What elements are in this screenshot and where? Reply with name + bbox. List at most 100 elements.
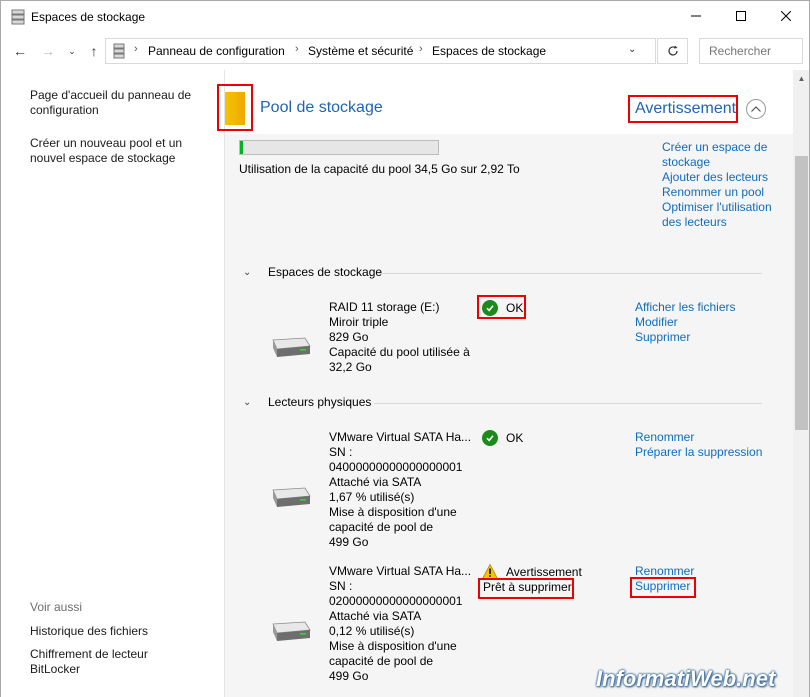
back-button[interactable]: ←	[11, 41, 29, 61]
drive-substatus: Prêt à supprimer	[483, 580, 572, 594]
search-field[interactable]	[699, 38, 803, 64]
divider	[378, 273, 762, 274]
up-arrow-icon: ↑	[90, 43, 98, 59]
optimize-drive-usage-link[interactable]: Optimiser l'utilisation des lecteurs	[662, 200, 780, 230]
window-title: Espaces de stockage	[31, 10, 146, 24]
pool-status: Avertissement	[635, 100, 737, 117]
maximize-icon	[736, 11, 746, 21]
sidebar: Page d'accueil du panneau de configurati…	[0, 70, 225, 697]
breadcrumb-storage-spaces[interactable]: Espaces de stockage	[432, 44, 546, 58]
storage-spaces-section-header[interactable]: ⌄ Espaces de stockage	[243, 265, 382, 279]
modify-link[interactable]: Modifier	[635, 315, 775, 330]
status-text: OK	[506, 431, 524, 445]
space-pool-usage: Capacité du pool utilisée à 32,2 Go	[329, 345, 470, 374]
chevron-down-icon: ⌄	[68, 45, 76, 56]
chevron-down-icon: ⌄	[243, 396, 252, 408]
vertical-scrollbar[interactable]: ▲	[793, 70, 810, 697]
close-icon	[781, 11, 791, 21]
drive-sn-label: SN :	[329, 579, 353, 593]
refresh-button[interactable]	[657, 38, 688, 64]
prepare-removal-link[interactable]: Préparer la suppression	[635, 445, 775, 460]
maximize-button[interactable]	[718, 1, 764, 31]
collapse-button[interactable]	[746, 99, 766, 119]
sidebar-link-control-panel-home[interactable]: Page d'accueil du panneau de configurati…	[30, 88, 200, 118]
chevron-right-icon: ›	[419, 43, 423, 55]
storage-pool-icon	[225, 92, 245, 125]
address-toolbar: ← → ⌄ ↑ › Panneau de configuration › Sys…	[0, 32, 810, 70]
warning-icon	[482, 564, 498, 579]
section-title: Lecteurs physiques	[268, 395, 372, 409]
drive-serial: 02000000000000000001	[329, 594, 463, 608]
breadcrumb-control-panel[interactable]: Panneau de configuration	[148, 44, 285, 58]
close-button[interactable]	[763, 1, 809, 31]
drive-info: VMware Virtual SATA Ha... SN : 020000000…	[329, 564, 479, 684]
delete-link[interactable]: Supprimer	[635, 330, 775, 345]
drive-usage: 1,67 % utilisé(s)	[329, 490, 415, 504]
minimize-icon	[691, 15, 701, 17]
space-resiliency: Miroir triple	[329, 315, 389, 329]
back-arrow-icon: ←	[13, 43, 27, 59]
sidebar-link-bitlocker[interactable]: Chiffrement de lecteur BitLocker	[30, 647, 160, 677]
ok-check-icon	[482, 300, 498, 316]
control-panel-icon	[113, 43, 125, 59]
drive-info: VMware Virtual SATA Ha... SN : 040000000…	[329, 430, 479, 550]
rename-pool-link[interactable]: Renommer un pool	[662, 185, 780, 200]
rename-link[interactable]: Renommer	[635, 430, 775, 445]
drive-name: VMware Virtual SATA Ha...	[329, 564, 472, 578]
highlight-frame	[217, 84, 253, 131]
search-input[interactable]	[700, 39, 802, 63]
recent-locations-button[interactable]: ⌄	[63, 41, 81, 61]
space-name: RAID 11 storage (E:)	[329, 300, 440, 314]
drive-size: 499 Go	[329, 669, 369, 683]
scrollbar-thumb[interactable]	[795, 156, 808, 430]
see-also-heading: Voir aussi	[30, 600, 83, 614]
drive-status: OK	[482, 430, 523, 446]
minimize-button[interactable]	[673, 1, 719, 31]
ok-check-icon	[482, 430, 498, 446]
view-files-link[interactable]: Afficher les fichiers	[635, 300, 775, 315]
drive-bus: Attaché via SATA	[329, 475, 422, 489]
drive-capacity: Mise à disposition d'une capacité de poo…	[329, 639, 457, 668]
sidebar-link-file-history[interactable]: Historique des fichiers	[30, 624, 200, 639]
drive-sn-label: SN :	[329, 445, 353, 459]
forward-arrow-icon: →	[41, 43, 55, 59]
main-content: Pool de stockage Avertissement Utilisati…	[217, 70, 793, 697]
create-space-link[interactable]: Créer un espace de stockage	[662, 140, 780, 170]
watermark: InformatiWeb.net	[596, 666, 776, 691]
capacity-text: Utilisation de la capacité du pool 34,5 …	[239, 162, 520, 176]
drive-name: VMware Virtual SATA Ha...	[329, 430, 472, 444]
divider	[374, 403, 762, 404]
chevron-up-icon	[751, 106, 761, 112]
storage-spaces-icon	[11, 9, 25, 25]
chevron-down-icon[interactable]: ⌄	[628, 44, 636, 55]
virtual-disk-icon	[272, 337, 311, 357]
add-drives-link[interactable]: Ajouter des lecteurs	[662, 170, 780, 185]
drive-bus: Attaché via SATA	[329, 609, 422, 623]
space-status: OK	[482, 300, 523, 316]
title-bar: Espaces de stockage	[0, 0, 810, 32]
drive-serial: 04000000000000000001	[329, 460, 463, 474]
highlight-frame	[630, 577, 696, 598]
space-size: 829 Go	[329, 330, 369, 344]
capacity-bar-fill	[240, 141, 243, 154]
sidebar-link-create-pool[interactable]: Créer un nouveau pool et un nouvel espac…	[30, 136, 200, 166]
chevron-down-icon: ⌄	[243, 266, 252, 278]
address-bar[interactable]: › Panneau de configuration › Système et …	[105, 38, 656, 64]
breadcrumb-system-security[interactable]: Système et sécurité	[308, 44, 413, 58]
hard-drive-icon	[272, 487, 311, 507]
drive-capacity: Mise à disposition d'une capacité de poo…	[329, 505, 457, 534]
section-title: Espaces de stockage	[268, 265, 383, 279]
physical-drives-section-header[interactable]: ⌄ Lecteurs physiques	[243, 395, 371, 409]
scroll-up-icon[interactable]: ▲	[793, 74, 810, 86]
drive-usage: 0,12 % utilisé(s)	[329, 624, 415, 638]
drive-status: Avertissement	[482, 564, 582, 579]
pool-actions: Créer un espace de stockage Ajouter des …	[662, 140, 780, 230]
up-button[interactable]: ↑	[85, 41, 103, 61]
status-text: OK	[506, 301, 524, 315]
space-actions: Afficher les fichiers Modifier Supprimer	[635, 300, 775, 345]
pool-header: Pool de stockage Avertissement	[217, 70, 793, 134]
forward-button[interactable]: →	[39, 41, 57, 61]
hard-drive-icon	[272, 621, 311, 641]
pool-title: Pool de stockage	[260, 99, 383, 116]
highlight-frame: Avertissement	[628, 95, 738, 123]
